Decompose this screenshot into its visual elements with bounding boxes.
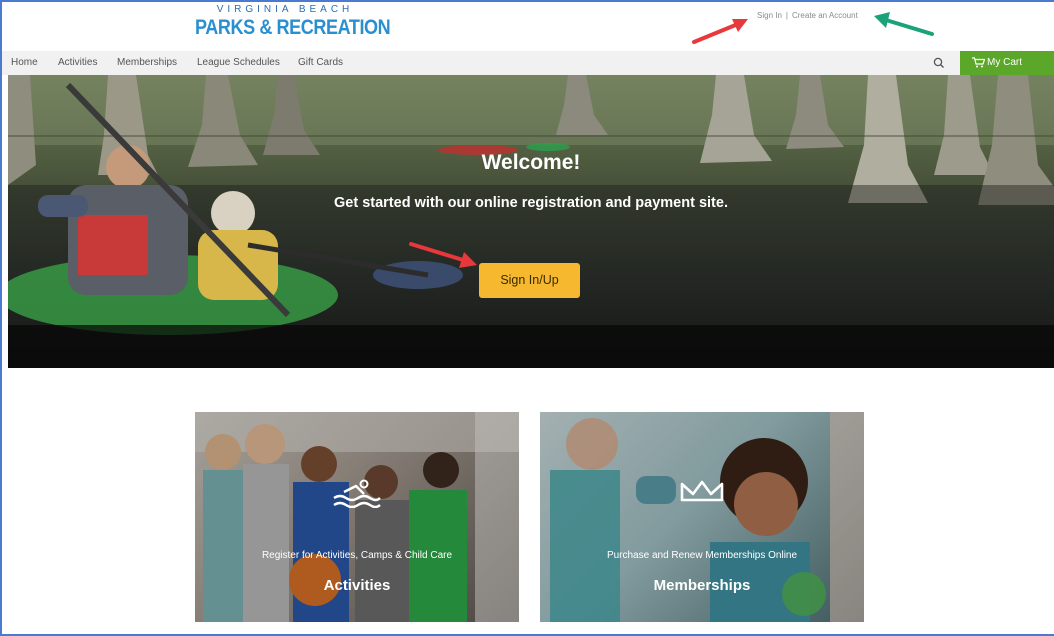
annotation-arrow-red-hero [409, 242, 477, 268]
memberships-card-subtitle: Purchase and Renew Memberships Online [606, 550, 798, 561]
hero-title: Welcome! [481, 151, 581, 174]
sign-in-link[interactable]: Sign In [757, 11, 782, 20]
hero-banner: Welcome! Get started with our online reg… [8, 75, 1054, 368]
activities-card-title: Activities [323, 577, 391, 594]
hero-tagline: Get started with our online registration… [334, 195, 728, 211]
activities-card[interactable]: Register for Activities, Camps & Child C… [195, 412, 519, 622]
cart-label: My Cart [987, 57, 1022, 68]
nav-item-home[interactable]: Home [11, 57, 38, 68]
swimming-icon [195, 478, 519, 513]
nav-item-activities[interactable]: Activities [58, 57, 97, 68]
annotation-arrow-green [874, 12, 934, 36]
auth-separator: | [785, 11, 788, 20]
site-logo[interactable]: VIRGINIA BEACH PARKS & RECREATION [195, 4, 391, 40]
memberships-card-title: Memberships [653, 577, 751, 594]
memberships-card[interactable]: Purchase and Renew Memberships Online Me… [540, 412, 864, 622]
hero-background-image [8, 75, 1054, 368]
logo-main-text: PARKS & RECREATION [195, 16, 391, 39]
search-button[interactable] [929, 54, 949, 72]
crown-icon [540, 478, 864, 513]
create-account-link[interactable]: Create an Account [792, 11, 858, 20]
nav-item-memberships[interactable]: Memberships [117, 57, 177, 68]
logo-top-text: VIRGINIA BEACH [216, 4, 354, 15]
my-cart-button[interactable]: My Cart [960, 51, 1054, 75]
cart-icon [972, 57, 985, 68]
activities-card-subtitle: Register for Activities, Camps & Child C… [261, 550, 453, 561]
auth-links: Sign In | Create an Account [757, 11, 858, 20]
sign-in-up-button[interactable]: Sign In/Up [479, 263, 580, 298]
annotation-arrow-red-top [692, 19, 748, 44]
nav-item-gift-cards[interactable]: Gift Cards [298, 57, 343, 68]
nav-item-league-schedules[interactable]: League Schedules [197, 57, 280, 68]
main-nav: Home Activities Memberships League Sched… [0, 51, 1054, 75]
search-icon [933, 57, 944, 68]
